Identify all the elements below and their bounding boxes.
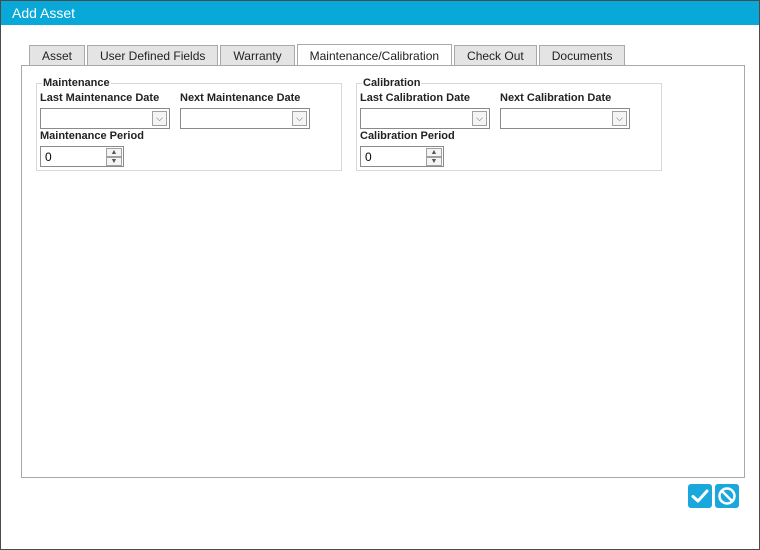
maintenance-group: Maintenance Last Maintenance Date ⌵ Next… xyxy=(36,77,342,171)
last-maintenance-date-label: Last Maintenance Date xyxy=(40,92,160,104)
next-maintenance-date-picker[interactable]: ⌵ xyxy=(180,108,310,129)
calibration-period-stepper[interactable]: ▲ ▼ xyxy=(360,146,444,167)
maintenance-period-label: Maintenance Period xyxy=(40,130,144,142)
chevron-down-icon[interactable]: ⌵ xyxy=(472,111,487,126)
next-calibration-date-label: Next Calibration Date xyxy=(500,92,612,104)
ok-button[interactable] xyxy=(688,484,712,508)
last-calibration-date-picker[interactable]: ⌵ xyxy=(360,108,490,129)
chevron-down-icon[interactable]: ⌵ xyxy=(612,111,627,126)
tab-user-defined-fields[interactable]: User Defined Fields xyxy=(87,45,219,66)
tab-check-out[interactable]: Check Out xyxy=(454,45,537,66)
next-maintenance-date-label: Next Maintenance Date xyxy=(180,92,301,104)
calibration-period-input[interactable] xyxy=(361,147,425,166)
last-maintenance-date-picker[interactable]: ⌵ xyxy=(40,108,170,129)
cancel-button[interactable] xyxy=(715,484,739,508)
checkmark-icon xyxy=(691,489,709,503)
calibration-period-label: Calibration Period xyxy=(360,130,455,142)
dialog-title: Add Asset xyxy=(1,1,759,25)
calibration-group: Calibration Last Calibration Date ⌵ Next… xyxy=(356,77,662,171)
maintenance-legend: Maintenance xyxy=(42,77,111,89)
chevron-down-icon[interactable]: ⌵ xyxy=(292,111,307,126)
decrement-icon[interactable]: ▼ xyxy=(106,157,122,166)
decrement-icon[interactable]: ▼ xyxy=(426,157,442,166)
cancel-icon xyxy=(718,487,736,505)
add-asset-dialog: Add Asset Asset User Defined Fields Warr… xyxy=(0,0,760,550)
last-calibration-date-label: Last Calibration Date xyxy=(360,92,471,104)
maintenance-period-input[interactable] xyxy=(41,147,105,166)
increment-icon[interactable]: ▲ xyxy=(106,148,122,157)
tab-strip: Asset User Defined Fields Warranty Maint… xyxy=(29,44,627,67)
tab-documents[interactable]: Documents xyxy=(538,45,626,66)
tab-asset[interactable]: Asset xyxy=(29,45,86,66)
next-calibration-date-picker[interactable]: ⌵ xyxy=(500,108,630,129)
tab-maintenance-calibration[interactable]: Maintenance/Calibration xyxy=(296,44,453,67)
calibration-legend: Calibration xyxy=(362,77,422,89)
increment-icon[interactable]: ▲ xyxy=(426,148,442,157)
chevron-down-icon[interactable]: ⌵ xyxy=(152,111,167,126)
tab-warranty[interactable]: Warranty xyxy=(220,45,295,66)
tab-panel: Maintenance Last Maintenance Date ⌵ Next… xyxy=(21,65,745,478)
maintenance-period-stepper[interactable]: ▲ ▼ xyxy=(40,146,124,167)
